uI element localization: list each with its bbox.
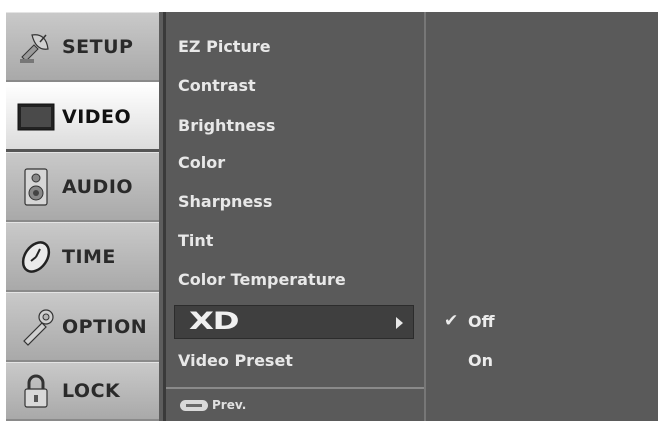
menu-item-xd[interactable]: XD xyxy=(174,305,414,339)
category-time[interactable]: TIME xyxy=(6,222,159,292)
menu-key-icon xyxy=(180,399,208,411)
chevron-right-icon xyxy=(396,317,403,329)
category-lock[interactable]: LOCK xyxy=(6,362,159,421)
menu-item-color[interactable]: Color xyxy=(178,153,225,172)
menu-item-color-temperature[interactable]: Color Temperature xyxy=(178,270,346,289)
clock-icon xyxy=(14,235,58,279)
category-label: LOCK xyxy=(62,380,121,402)
category-option[interactable]: OPTION xyxy=(6,292,159,362)
category-label: VIDEO xyxy=(62,105,132,128)
menu-divider xyxy=(166,387,424,389)
option-off[interactable]: Off xyxy=(468,312,495,331)
menu-item-tint[interactable]: Tint xyxy=(178,231,213,250)
checkmark-icon: ✔ xyxy=(444,311,459,331)
satellite-icon xyxy=(14,25,58,69)
menu-item-brightness[interactable]: Brightness xyxy=(178,116,275,135)
video-submenu: EZ Picture Contrast Brightness Color Sha… xyxy=(163,12,426,421)
category-label: SETUP xyxy=(62,35,134,58)
category-sidebar: SETUP VIDEO AUDIO TIME OPTION LOCK xyxy=(6,12,159,421)
wrench-icon xyxy=(14,305,58,349)
category-label: TIME xyxy=(62,245,116,268)
tv-menu-frame: SETUP VIDEO AUDIO TIME OPTION LOCK EZ Pi… xyxy=(6,12,658,421)
prev-label: Prev. xyxy=(212,398,247,412)
menu-item-sharpness[interactable]: Sharpness xyxy=(178,192,272,211)
option-on[interactable]: On xyxy=(468,351,493,370)
category-setup[interactable]: SETUP xyxy=(6,12,159,82)
xd-label: XD xyxy=(189,307,240,335)
screen-icon xyxy=(14,95,58,139)
prev-hint: Prev. xyxy=(180,398,246,412)
menu-item-ez-picture[interactable]: EZ Picture xyxy=(178,37,271,56)
category-label: AUDIO xyxy=(62,175,134,198)
padlock-icon xyxy=(14,369,58,413)
category-audio[interactable]: AUDIO xyxy=(6,152,159,222)
menu-item-contrast[interactable]: Contrast xyxy=(178,76,256,95)
category-label: OPTION xyxy=(62,315,148,338)
xd-options-panel: ✔ Off On xyxy=(426,12,658,421)
category-video[interactable]: VIDEO xyxy=(6,82,159,152)
menu-item-video-preset[interactable]: Video Preset xyxy=(178,351,293,370)
speaker-icon xyxy=(14,165,58,209)
